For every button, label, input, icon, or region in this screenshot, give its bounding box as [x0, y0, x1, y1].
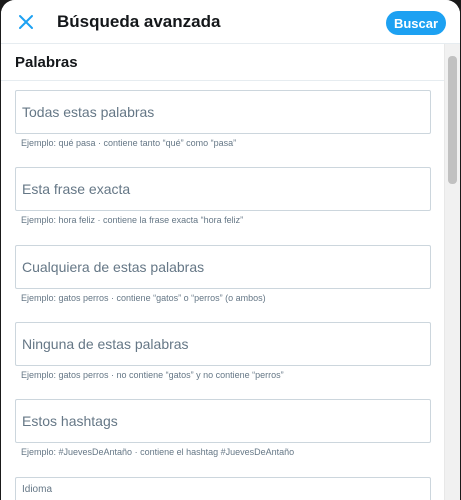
- all-words-input[interactable]: Todas estas palabras: [15, 90, 431, 134]
- section-title: Palabras: [15, 54, 78, 71]
- advanced-search-dialog: Búsqueda avanzada Buscar Palabras Todas …: [1, 0, 460, 500]
- any-words-hint: Ejemplo: gatos perros · contiene “gatos”…: [21, 293, 266, 303]
- page-title: Búsqueda avanzada: [57, 12, 221, 31]
- search-button[interactable]: Buscar: [386, 11, 446, 35]
- any-words-input[interactable]: Cualquiera de estas palabras: [15, 245, 431, 289]
- none-words-hint: Ejemplo: gatos perros · no contiene “gat…: [21, 370, 284, 380]
- exact-phrase-hint: Ejemplo: hora feliz · contiene la frase …: [21, 215, 244, 225]
- hashtags-input[interactable]: Estos hashtags: [15, 399, 431, 443]
- scrollbar-thumb[interactable]: [448, 56, 457, 184]
- hashtags-hint: Ejemplo: #JuevesDeAntaño · contiene el h…: [21, 447, 295, 457]
- scrollbar[interactable]: [444, 44, 460, 500]
- close-icon: [19, 15, 33, 29]
- close-button[interactable]: [13, 9, 39, 35]
- section-divider: [1, 80, 444, 81]
- exact-phrase-input[interactable]: Esta frase exacta: [15, 167, 431, 211]
- dialog-header: Búsqueda avanzada Buscar: [1, 0, 460, 44]
- language-label: Idioma: [22, 484, 53, 495]
- language-select[interactable]: Idioma: [15, 477, 431, 500]
- none-words-input[interactable]: Ninguna de estas palabras: [15, 322, 431, 366]
- all-words-hint: Ejemplo: qué pasa · contiene tanto “qué”…: [21, 138, 237, 148]
- dialog-content: Palabras Todas estas palabras Ejemplo: q…: [1, 44, 444, 500]
